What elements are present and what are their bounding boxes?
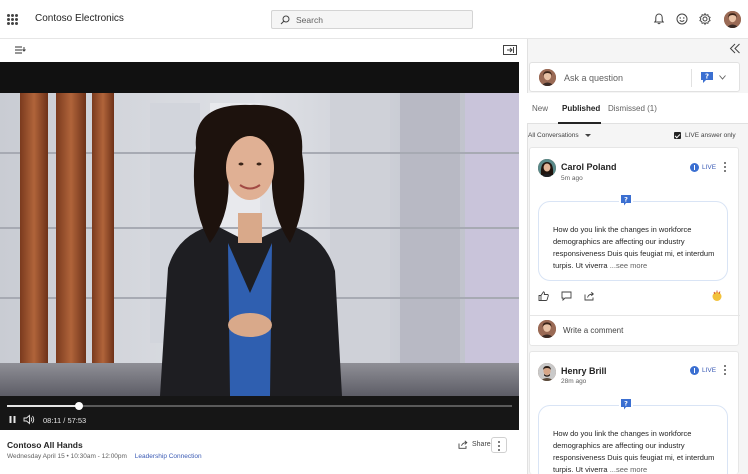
collapse-panel-icon[interactable] xyxy=(729,42,741,57)
question-bubble: How do you link the changes in workforce… xyxy=(538,201,728,281)
question-icon: ? xyxy=(619,397,633,411)
commenter-avatar xyxy=(538,320,556,338)
live-answer-only-toggle[interactable]: LIVE answer only xyxy=(674,132,736,139)
tab-dismissed[interactable]: Dismissed (1) xyxy=(608,104,657,113)
live-badge: LIVE xyxy=(690,366,716,375)
live-only-checkbox[interactable] xyxy=(674,132,681,139)
user-avatar[interactable] xyxy=(724,11,741,28)
event-schedule: Wednesday April 15 • 10:30am - 12:00pm xyxy=(7,453,127,460)
caret-down-icon xyxy=(584,134,591,137)
author-avatar xyxy=(538,159,556,177)
see-more-link[interactable]: ...see more xyxy=(610,465,648,474)
active-tab-indicator xyxy=(558,122,601,124)
comment-row[interactable]: Write a comment xyxy=(530,315,740,343)
question-icon: ? xyxy=(619,193,633,207)
svg-text:?: ? xyxy=(624,400,628,408)
live-only-label: LIVE answer only xyxy=(685,132,736,139)
question-type-icon[interactable]: ? xyxy=(700,71,714,84)
video-frame xyxy=(0,93,519,396)
app-launcher-icon[interactable] xyxy=(7,14,18,25)
question-actions xyxy=(530,288,740,308)
svg-text:?: ? xyxy=(624,196,628,204)
question-time: 5m ago xyxy=(561,175,583,182)
ask-question-input[interactable]: Ask a question ? xyxy=(529,62,740,92)
my-avatar xyxy=(539,69,556,86)
progress-fill xyxy=(7,405,80,407)
question-time: 28m ago xyxy=(561,378,587,385)
live-icon xyxy=(690,366,699,375)
top-bar: Contoso Electronics Search xyxy=(0,0,748,39)
live-icon xyxy=(690,163,699,172)
comment-placeholder: Write a comment xyxy=(563,326,624,335)
share-question-icon[interactable] xyxy=(584,291,595,301)
card-more-icon[interactable] xyxy=(724,365,726,377)
celebrate-reaction-icon[interactable] xyxy=(711,290,723,302)
author-name: Henry Brill xyxy=(561,366,607,376)
chevron-down-icon[interactable] xyxy=(719,75,726,80)
video-player[interactable]: 08:11 / 57:53 xyxy=(0,62,519,430)
smiley-icon[interactable] xyxy=(675,12,689,26)
tab-new[interactable]: New xyxy=(532,104,548,113)
ask-divider xyxy=(691,69,692,87)
event-title: Contoso All Hands xyxy=(7,440,83,450)
search-placeholder: Search xyxy=(296,15,323,25)
live-label: LIVE xyxy=(702,367,717,374)
queue-list-icon[interactable] xyxy=(14,45,27,55)
question-text: How do you link the changes in workforce… xyxy=(553,225,715,270)
bell-icon[interactable] xyxy=(652,12,666,26)
question-card: Carol Poland 5m ago LIVE How do you link… xyxy=(529,147,740,346)
volume-icon[interactable] xyxy=(23,414,35,425)
share-label: Share xyxy=(472,441,491,448)
app-title: Contoso Electronics xyxy=(35,13,124,24)
author-name: Carol Poland xyxy=(561,162,617,172)
event-group-link[interactable]: Leadership Connection xyxy=(135,453,202,460)
ask-placeholder: Ask a question xyxy=(564,73,624,83)
share-button[interactable]: Share xyxy=(458,440,491,449)
see-more-link[interactable]: ...see more xyxy=(610,261,648,270)
qa-tabs: New Published Dismissed (1) xyxy=(527,93,748,124)
share-icon xyxy=(458,440,468,449)
question-card: Henry Brill 28m ago LIVE How do you link… xyxy=(529,351,739,474)
progress-bar[interactable] xyxy=(7,402,512,410)
search-input[interactable]: Search xyxy=(271,10,473,29)
progress-handle[interactable] xyxy=(75,402,84,410)
svg-text:?: ? xyxy=(705,73,709,81)
live-label: LIVE xyxy=(702,164,717,171)
player-controls: 08:11 / 57:53 xyxy=(0,396,519,430)
question-bubble: How do you link the changes in workforce… xyxy=(538,405,728,474)
live-badge: LIVE xyxy=(690,163,716,172)
pause-icon[interactable] xyxy=(8,415,17,424)
author-avatar xyxy=(538,363,556,381)
event-schedule-row: Wednesday April 15 • 10:30am - 12:00pm L… xyxy=(7,453,202,460)
conversation-filter-dropdown[interactable]: All Conversations xyxy=(528,132,591,139)
video-toolbar xyxy=(0,39,527,62)
like-icon[interactable] xyxy=(538,291,549,301)
filter-label: All Conversations xyxy=(528,132,579,139)
card-more-icon[interactable] xyxy=(724,162,726,174)
theater-mode-icon[interactable] xyxy=(503,45,517,55)
more-vertical-icon xyxy=(498,441,500,453)
gear-icon[interactable] xyxy=(698,12,712,26)
playback-time: 08:11 / 57:53 xyxy=(43,416,87,425)
tab-published[interactable]: Published xyxy=(562,104,600,113)
search-icon xyxy=(280,15,290,25)
more-options-button[interactable] xyxy=(491,437,507,453)
comment-icon[interactable] xyxy=(561,291,572,301)
question-text: How do you link the changes in workforce… xyxy=(553,429,715,474)
